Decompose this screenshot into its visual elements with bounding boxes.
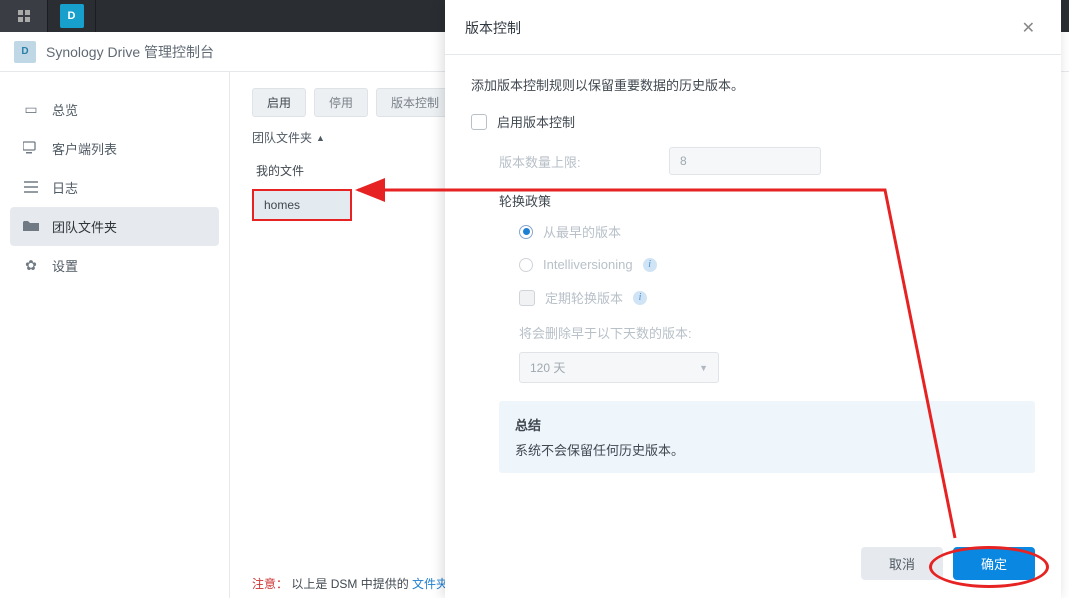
sidebar-item-settings[interactable]: ✿ 设置	[10, 246, 219, 285]
folder-row-homes[interactable]: homes	[252, 189, 352, 221]
ok-button[interactable]: 确定	[953, 547, 1035, 580]
dialog-body: 添加版本控制规则以保留重要数据的历史版本。 启用版本控制 版本数量上限: 轮换政…	[445, 55, 1061, 547]
sidebar-item-label: 设置	[52, 256, 78, 275]
chevron-up-icon: ▲	[316, 133, 325, 143]
max-versions-label: 版本数量上限:	[499, 152, 659, 171]
summary-title: 总结	[515, 415, 1019, 434]
dialog-footer: 取消 确定	[445, 547, 1061, 598]
app-logo-icon: D	[14, 41, 36, 63]
radio-intelli-row: Intelliversioning i	[471, 257, 1035, 272]
max-versions-input[interactable]	[669, 147, 821, 175]
radio-earliest[interactable]	[519, 225, 533, 239]
cancel-button[interactable]: 取消	[861, 547, 943, 580]
max-versions-row: 版本数量上限:	[471, 147, 1035, 175]
summary-box: 总结 系统不会保留任何历史版本。	[499, 401, 1035, 473]
folder-link[interactable]: 文件夹	[412, 577, 448, 591]
radio-intelli-label: Intelliversioning	[543, 257, 633, 272]
sidebar-item-logs[interactable]: 日志	[10, 168, 219, 207]
rotate-periodic-label: 定期轮换版本	[545, 288, 623, 307]
enable-vc-row: 启用版本控制	[471, 112, 1035, 131]
sidebar-item-overview[interactable]: ▭ 总览	[10, 90, 219, 129]
delete-older-label: 将会删除早于以下天数的版本:	[519, 323, 1035, 342]
gear-icon: ✿	[22, 257, 40, 274]
sidebar-item-team-folder[interactable]: 团队文件夹	[10, 207, 219, 246]
radio-intelliversioning[interactable]	[519, 258, 533, 272]
info-icon[interactable]: i	[633, 291, 647, 305]
drive-app-icon: D	[60, 4, 84, 28]
days-select[interactable]: 120 天 ▼	[519, 352, 719, 383]
sidebar: ▭ 总览 客户端列表 日志 团队文件夹	[0, 72, 230, 598]
enable-vc-checkbox[interactable]	[471, 114, 487, 130]
taskbar-apps-icon[interactable]	[0, 0, 48, 32]
dialog-title: 版本控制	[465, 18, 1016, 38]
overview-icon: ▭	[22, 101, 40, 118]
dialog-description: 添加版本控制规则以保留重要数据的历史版本。	[471, 75, 1035, 94]
disable-button[interactable]: 停用	[314, 88, 368, 117]
logs-icon	[22, 180, 40, 196]
enable-button[interactable]: 启用	[252, 88, 306, 117]
sidebar-item-label: 客户端列表	[52, 139, 117, 158]
dialog-header: 版本控制 ✕	[445, 0, 1061, 55]
sidebar-item-clients[interactable]: 客户端列表	[10, 129, 219, 168]
sidebar-item-label: 日志	[52, 178, 78, 197]
sidebar-item-label: 总览	[52, 100, 78, 119]
radio-earliest-row: 从最早的版本	[471, 222, 1035, 241]
chevron-down-icon: ▼	[699, 363, 708, 373]
summary-text: 系统不会保留任何历史版本。	[515, 440, 1019, 459]
rotate-periodic-checkbox[interactable]	[519, 290, 535, 306]
enable-vc-label: 启用版本控制	[497, 112, 575, 131]
rotation-policy-label: 轮换政策	[499, 191, 1035, 210]
clients-icon	[22, 140, 40, 157]
rotate-periodic-row: 定期轮换版本 i	[471, 288, 1035, 307]
version-control-button[interactable]: 版本控制	[376, 88, 454, 117]
version-control-dialog: 版本控制 ✕ 添加版本控制规则以保留重要数据的历史版本。 启用版本控制 版本数量…	[445, 0, 1061, 598]
radio-earliest-label: 从最早的版本	[543, 222, 621, 241]
info-icon[interactable]: i	[643, 258, 657, 272]
folder-icon	[22, 219, 40, 235]
team-folder-dropdown[interactable]: 团队文件夹 ▲	[252, 129, 325, 146]
close-icon[interactable]: ✕	[1016, 16, 1041, 40]
app-title: Synology Drive 管理控制台	[46, 42, 214, 62]
taskbar-drive-icon[interactable]: D	[48, 0, 96, 32]
sidebar-item-label: 团队文件夹	[52, 217, 117, 236]
